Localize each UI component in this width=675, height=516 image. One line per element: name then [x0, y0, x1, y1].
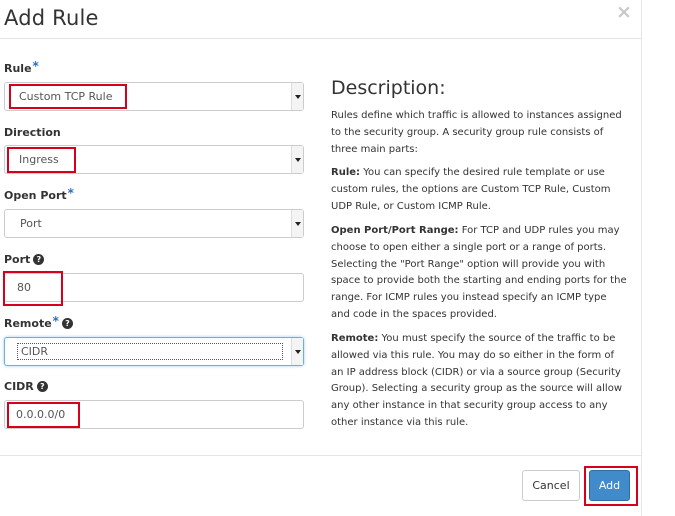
port-label: Port? [4, 253, 45, 267]
dialog-title: Add Rule [4, 6, 99, 30]
chevron-down-icon [291, 210, 303, 237]
rule-label: Rule* [4, 59, 39, 75]
chevron-down-icon [291, 146, 303, 173]
rule-select-value: Custom TCP Rule [19, 90, 113, 103]
question-circle-icon[interactable]: ? [33, 254, 45, 265]
close-icon[interactable]: × [616, 2, 632, 22]
port-input-value: 80 [17, 281, 31, 294]
question-circle-icon[interactable]: ? [61, 318, 73, 329]
direction-select-value: Ingress [19, 153, 59, 166]
required-mark: * [67, 186, 74, 200]
chevron-down-icon [291, 338, 303, 365]
cidr-label: CIDR? [4, 380, 48, 394]
rule-select[interactable]: Custom TCP Rule [4, 82, 304, 111]
add-rule-dialog: Add Rule × Rule* Custom TCP Rule Directi… [0, 0, 641, 516]
direction-select[interactable]: Ingress [4, 145, 304, 174]
modal-edge [641, 0, 642, 516]
description-rule: Rule: You can specify the desired rule t… [331, 167, 611, 212]
cidr-input[interactable]: 0.0.0.0/0 [4, 400, 304, 429]
header-divider [0, 38, 641, 39]
cancel-button[interactable]: Cancel [522, 470, 580, 501]
remote-select[interactable]: CIDR [4, 337, 304, 366]
required-mark: * [32, 59, 39, 73]
port-input[interactable]: 80 [4, 273, 304, 302]
open-port-select-value: Port [20, 217, 42, 230]
description-remote: Remote: You must specify the source of t… [331, 333, 622, 428]
description-title: Description: [331, 77, 446, 99]
description-port: Open Port/Port Range: For TCP and UDP ru… [331, 225, 627, 320]
focus-indicator [17, 343, 283, 360]
footer-divider [0, 455, 641, 456]
open-port-label: Open Port* [4, 186, 74, 202]
remote-select-value: CIDR [21, 345, 49, 358]
remote-label: Remote*? [4, 314, 73, 331]
add-button[interactable]: Add [589, 470, 630, 501]
required-mark: * [52, 314, 59, 328]
chevron-down-icon [291, 83, 303, 110]
open-port-select[interactable]: Port [4, 209, 304, 238]
description-intro: Rules define which traffic is allowed to… [331, 110, 622, 155]
question-circle-icon[interactable]: ? [36, 381, 48, 392]
direction-label: Direction [4, 126, 61, 139]
cidr-input-value: 0.0.0.0/0 [16, 408, 66, 421]
